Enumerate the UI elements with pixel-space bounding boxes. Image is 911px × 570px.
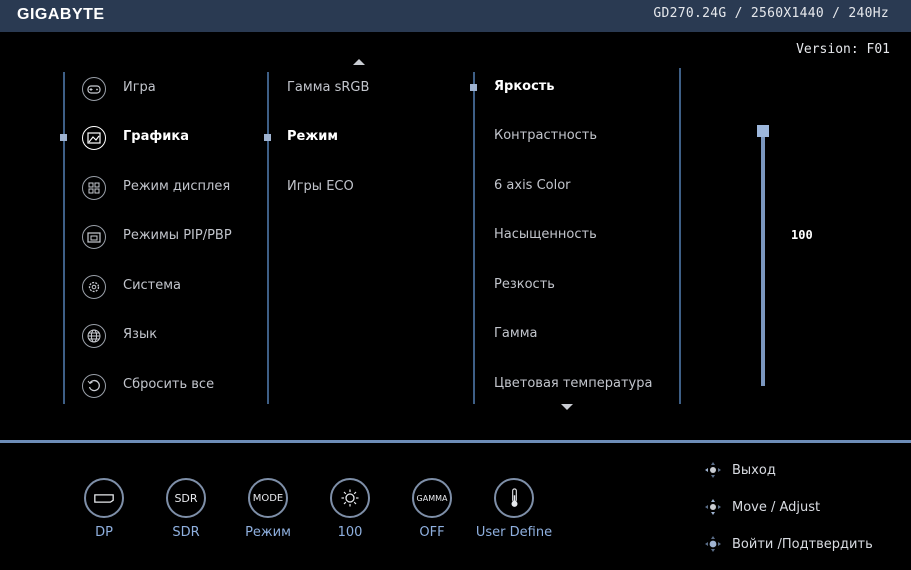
option-sharpness[interactable]: Резкость [494,277,555,292]
menu-item-label: Игра [123,80,156,95]
sdr-icon-text: SDR [174,491,198,505]
option-gamma[interactable]: Гамма [494,326,537,341]
nav-hint-enter: Войти /Подтвердить [704,535,873,553]
gamma-icon-text: GAMMA [416,493,448,503]
scroll-up-icon[interactable] [353,59,365,65]
menu-item-label: Режим дисплея [123,179,231,194]
column-divider [473,72,475,404]
menu-item-label: Язык [123,327,158,342]
sdr-icon[interactable]: SDR [166,478,206,518]
nav-hint-exit: Выход [704,461,776,479]
selection-marker [60,134,67,141]
menu-item-label: Система [123,278,182,293]
gamma-icon[interactable]: GAMMA [412,478,452,518]
slider-handle[interactable] [757,125,769,137]
mode-icon-text: MODE [252,492,284,504]
menu-item-label: Графика [123,129,189,144]
slider-track[interactable] [761,130,765,386]
column-divider [679,68,681,404]
gear-icon [82,275,106,299]
top-bar: GIGABYTE GD270.24G / 2560X1440 / 240Hz [0,0,911,32]
column-divider [267,72,269,404]
nav-hint-label: Move / Adjust [732,499,821,515]
dpad-updown-icon [705,499,721,515]
menu-item-label: Сбросить все [123,377,215,392]
option-6-axis-color[interactable]: 6 axis Color [494,178,571,193]
thermometer-icon[interactable] [494,478,534,518]
nav-hint-label: Выход [732,462,776,478]
gamepad-icon [82,77,106,101]
option-color-temperature[interactable]: Цветовая температура [494,376,652,391]
submenu-item-mode[interactable]: Режим [287,129,338,144]
scroll-down-icon[interactable] [561,404,573,410]
selection-marker [470,84,477,91]
dpad-press-icon [705,536,721,552]
nav-hint-label: Войти /Подтвердить [732,536,873,552]
quick-status-bar: DP SDR SDR MODE Режим 100 GAMMA OFF User… [0,443,911,570]
globe-icon [82,324,106,348]
mode-icon[interactable]: MODE [248,478,288,518]
displayport-icon[interactable] [84,478,124,518]
nav-hint-move: Move / Adjust [704,498,820,516]
model-info: GD270.24G / 2560X1440 / 240Hz [653,6,889,21]
brightness-value: 100 [791,228,813,242]
color-temp-label: User Define [475,525,553,540]
dpad-left-icon [705,462,721,478]
firmware-version: Version: F01 [796,42,890,57]
option-brightness[interactable]: Яркость [494,79,555,94]
reset-icon [82,374,106,398]
brightness-icon[interactable] [330,478,370,518]
menu-item-label: Режимы PIP/PBP [123,228,232,243]
brand-logo: GIGABYTE [17,6,105,23]
option-saturation[interactable]: Насыщенность [494,227,597,242]
option-contrast[interactable]: Контрастность [494,128,597,143]
selection-marker [264,134,271,141]
pip-icon [82,225,106,249]
submenu-item-srgb-gamma[interactable]: Гамма sRGB [287,80,369,95]
grid-icon [82,176,106,200]
column-divider [63,72,65,404]
submenu-item-eco-games[interactable]: Игры ECO [287,179,354,194]
picture-icon [82,126,106,150]
